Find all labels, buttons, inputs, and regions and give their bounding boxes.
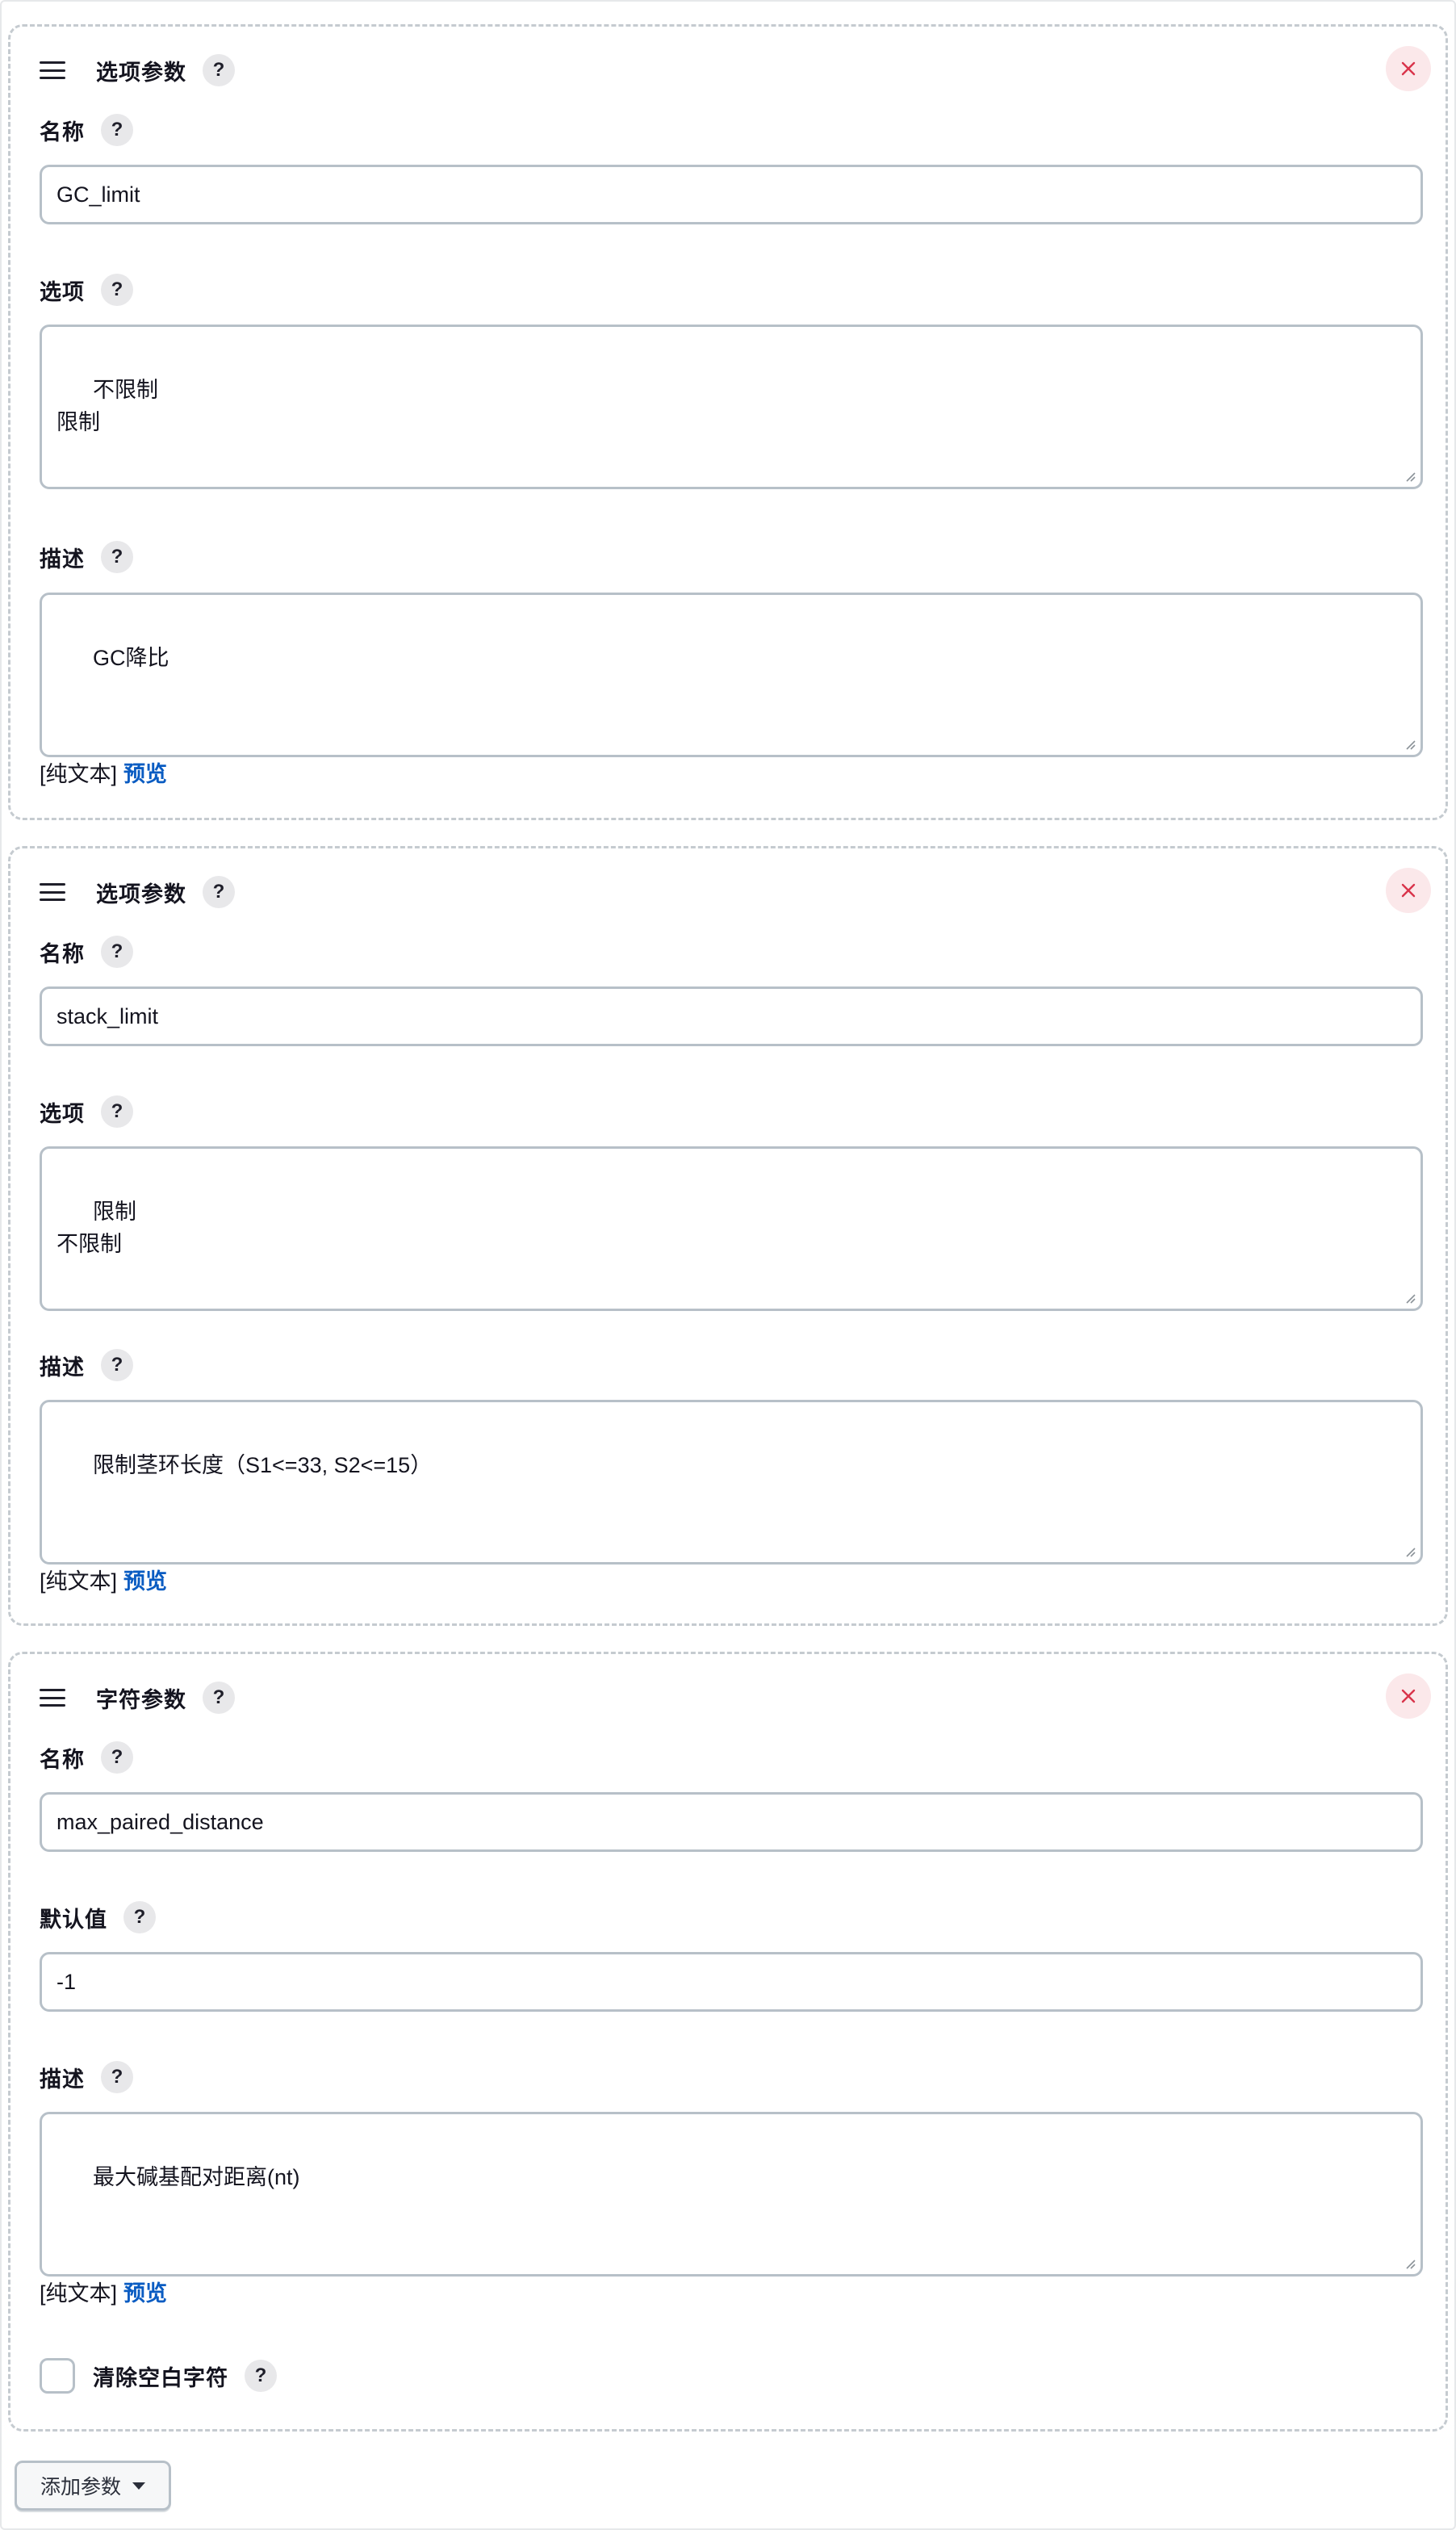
help-icon[interactable]: ? xyxy=(101,114,133,146)
name-label: 名称 ? xyxy=(40,1740,133,1775)
trim-whitespace-checkbox[interactable] xyxy=(40,2358,75,2394)
help-icon[interactable]: ? xyxy=(101,1095,133,1128)
description-label: 描述 ? xyxy=(40,1347,133,1383)
resize-grip-icon[interactable] xyxy=(1403,2256,1416,2269)
help-icon[interactable]: ? xyxy=(203,1682,235,1714)
close-icon xyxy=(1401,1689,1416,1703)
help-icon[interactable]: ? xyxy=(101,936,133,968)
delete-parameter-button[interactable] xyxy=(1386,46,1431,91)
plain-text-label: [纯文本] xyxy=(40,762,118,786)
description-text: 最大碱基配对距离(nt) xyxy=(93,2165,300,2189)
choices-textarea[interactable]: 不限制 限制 xyxy=(40,325,1423,489)
choices-textarea[interactable]: 限制 不限制 xyxy=(40,1146,1423,1311)
name-label: 名称 ? xyxy=(40,112,133,148)
preview-link[interactable]: 预览 xyxy=(123,2281,167,2306)
block-header: 选项参数 ? xyxy=(40,51,235,90)
help-icon[interactable]: ? xyxy=(245,2360,277,2392)
description-label: 描述 ? xyxy=(40,539,133,575)
default-value-input[interactable] xyxy=(40,1952,1423,2012)
parameter-block-gc-limit: 选项参数 ? 名称 ? 选项 ? 不限制 限制 描述 ? GC降比 [纯文本]预 xyxy=(8,24,1448,820)
drag-handle-icon[interactable] xyxy=(40,61,65,79)
help-icon[interactable]: ? xyxy=(101,541,133,573)
help-icon[interactable]: ? xyxy=(123,1901,156,1933)
resize-grip-icon[interactable] xyxy=(1403,469,1416,482)
resize-grip-icon[interactable] xyxy=(1403,1544,1416,1557)
description-text: GC降比 xyxy=(93,646,169,670)
choices-label: 选项 ? xyxy=(40,272,133,308)
resize-grip-icon[interactable] xyxy=(1403,1291,1416,1304)
preview-link[interactable]: 预览 xyxy=(123,762,167,786)
format-row: [纯文本] 预览 xyxy=(40,1567,167,1596)
block-header: 字符参数 ? xyxy=(40,1678,235,1717)
parameter-block-stack-limit: 选项参数 ? 名称 ? 选项 ? 限制 不限制 描述 ? 限制茎环长度（S1<=… xyxy=(8,846,1448,1626)
trim-whitespace-row: 清除空白字符 ? xyxy=(40,2356,277,2395)
choices-label: 选项 ? xyxy=(40,1094,133,1129)
block-type-title: 选项参数 xyxy=(96,60,186,85)
close-icon xyxy=(1401,883,1416,898)
description-text: 限制茎环长度（S1<=33, S2<=15） xyxy=(93,1453,433,1477)
trim-whitespace-label: 清除空白字符 xyxy=(93,2365,228,2390)
help-icon[interactable]: ? xyxy=(101,1349,133,1381)
description-textarea[interactable]: 限制茎环长度（S1<=33, S2<=15） xyxy=(40,1400,1423,1564)
drag-handle-icon[interactable] xyxy=(40,1689,65,1707)
plain-text-label: [纯文本] xyxy=(40,2281,118,2306)
help-icon[interactable]: ? xyxy=(203,876,235,908)
parameters-panel: 选项参数 ? 名称 ? 选项 ? 不限制 限制 描述 ? GC降比 [纯文本]预 xyxy=(0,0,1456,2530)
parameter-block-max-paired-distance: 字符参数 ? 名称 ? 默认值 ? 描述 ? 最大碱基配对距离(nt) [纯文本… xyxy=(8,1652,1448,2432)
choices-text: 限制 不限制 xyxy=(56,1200,137,1256)
help-icon[interactable]: ? xyxy=(101,274,133,306)
block-type-title: 选项参数 xyxy=(96,882,186,907)
name-label: 名称 ? xyxy=(40,934,133,970)
add-parameter-label: 添加参数 xyxy=(40,2476,121,2499)
resize-grip-icon[interactable] xyxy=(1403,737,1416,750)
plain-text-label: [纯文本] xyxy=(40,1569,118,1594)
description-textarea[interactable]: GC降比 xyxy=(40,593,1423,757)
format-row: [纯文本] 预览 xyxy=(40,760,167,789)
block-type-title: 字符参数 xyxy=(96,1687,186,1712)
caret-down-icon xyxy=(132,2482,145,2490)
close-icon xyxy=(1401,61,1416,76)
block-header: 选项参数 ? xyxy=(40,873,235,911)
help-icon[interactable]: ? xyxy=(203,54,235,86)
name-input[interactable] xyxy=(40,165,1423,224)
description-textarea[interactable]: 最大碱基配对距离(nt) xyxy=(40,2112,1423,2277)
name-input[interactable] xyxy=(40,1792,1423,1852)
default-value-label: 默认值 ? xyxy=(40,1900,156,1935)
delete-parameter-button[interactable] xyxy=(1386,1673,1431,1719)
description-label: 描述 ? xyxy=(40,2059,133,2095)
drag-handle-icon[interactable] xyxy=(40,883,65,901)
choices-text: 不限制 限制 xyxy=(56,378,159,434)
format-row: [纯文本] 预览 xyxy=(40,2279,167,2308)
delete-parameter-button[interactable] xyxy=(1386,868,1431,913)
help-icon[interactable]: ? xyxy=(101,2061,133,2093)
name-input[interactable] xyxy=(40,986,1423,1046)
preview-link[interactable]: 预览 xyxy=(123,1569,167,1594)
help-icon[interactable]: ? xyxy=(101,1741,133,1774)
add-parameter-button[interactable]: 添加参数 xyxy=(15,2461,171,2511)
